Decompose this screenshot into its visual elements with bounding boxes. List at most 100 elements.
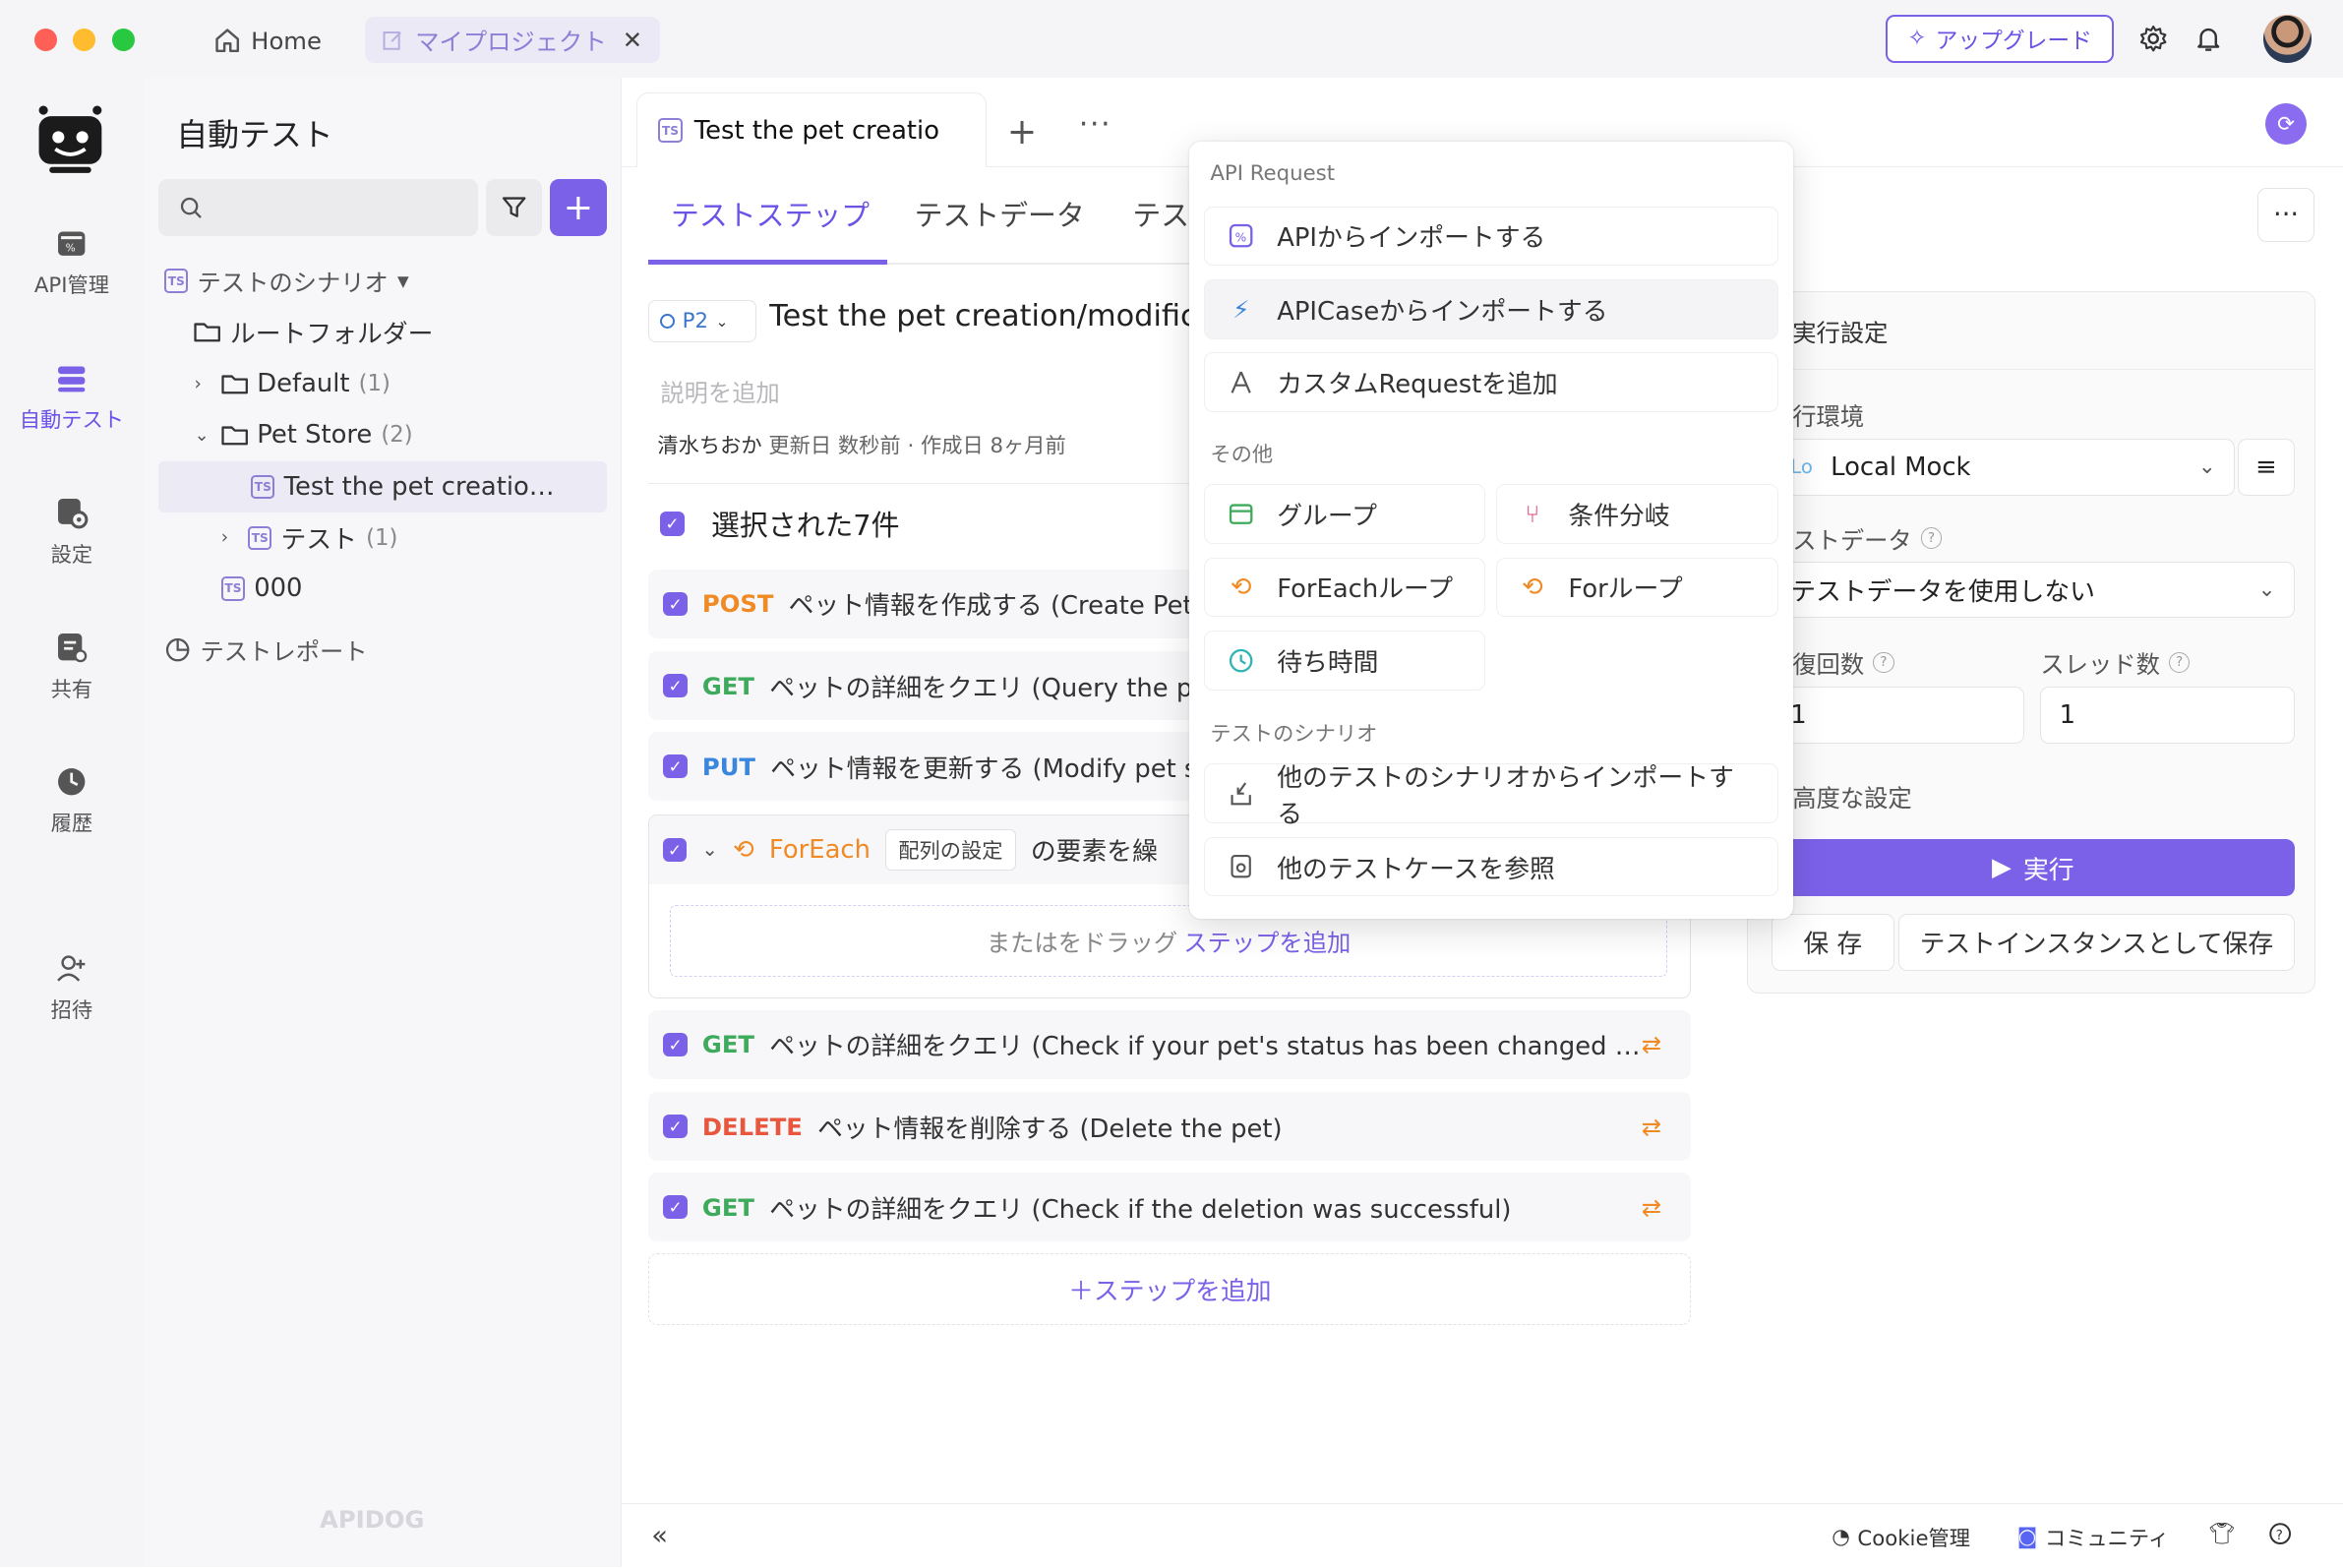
invite-icon: [57, 954, 86, 982]
test-data-select[interactable]: テストデータを使用しない ⌄: [1771, 561, 2295, 619]
menu-item-for-loop[interactable]: ⟲ Forループ: [1495, 557, 1778, 618]
minimize-window-button[interactable]: [73, 28, 96, 51]
nav-item-autotest[interactable]: 自動テスト: [0, 362, 144, 435]
advanced-settings-toggle[interactable]: 高度な設定: [1792, 779, 1911, 814]
sync-icon[interactable]: ⟳: [2264, 102, 2308, 146]
linked-case-icon[interactable]: ⇄: [1642, 1030, 1661, 1058]
array-settings-button[interactable]: 配列の設定: [885, 828, 1016, 871]
add-step-button[interactable]: ＋ステップを追加: [648, 1253, 1692, 1326]
step-row[interactable]: ✓ GET ペットの詳細をクエリ (Check if your pet's st…: [648, 1009, 1692, 1079]
chevron-down-icon[interactable]: ⌄: [701, 838, 718, 861]
checkbox[interactable]: ✓: [663, 1195, 688, 1220]
linked-case-icon[interactable]: ⇄: [1642, 1193, 1661, 1222]
close-tab-icon[interactable]: ✕: [623, 26, 642, 54]
tree-selected-case[interactable]: TS Test the pet creatio…: [158, 461, 607, 513]
help-icon[interactable]: ?: [2268, 1522, 2292, 1545]
sparkle-icon: ✧: [1907, 26, 1927, 52]
menu-item-custom-request[interactable]: カスタムRequestを追加: [1204, 352, 1778, 413]
menu-item-wait[interactable]: 待ち時間: [1204, 631, 1485, 691]
filter-button[interactable]: [485, 179, 543, 236]
bell-icon[interactable]: [2192, 23, 2224, 55]
shirt-icon[interactable]: 👕︎: [2208, 1522, 2235, 1546]
run-button[interactable]: ▶ 実行: [1771, 839, 2295, 896]
apidog-watermark: APIDOG: [320, 1504, 425, 1534]
checkbox[interactable]: ✓: [660, 512, 685, 536]
tree-scenarios[interactable]: TS テストのシナリオ ▼: [164, 256, 409, 307]
project-tab[interactable]: マイプロジェクト ✕: [364, 16, 661, 63]
tree-test-folder[interactable]: › TS テスト (1): [221, 513, 398, 564]
checkbox[interactable]: ✓: [663, 1032, 688, 1056]
checkbox[interactable]: ✓: [663, 754, 688, 779]
help-icon[interactable]: ?: [1873, 651, 1894, 673]
more-tabs-icon[interactable]: ···: [1079, 107, 1112, 142]
menu-item-import-apicase[interactable]: ⚡ APICaseからインポートする: [1204, 279, 1778, 339]
new-tab-button[interactable]: +: [1007, 110, 1038, 152]
home-tab[interactable]: Home: [212, 21, 322, 59]
collapse-sidebar-icon[interactable]: «: [651, 1521, 668, 1551]
tree-petstore-label: Pet Store: [257, 420, 373, 450]
step-row[interactable]: ✓ DELETE ペット情報を削除する (Delete the pet) ⇄: [648, 1092, 1692, 1162]
nav-item-history[interactable]: 履歴: [0, 765, 144, 838]
help-icon[interactable]: ?: [1920, 527, 1943, 549]
run-settings-panel: ⌄ 実行設定 行環境 Lo Local Mock ⌄ ≡ ストデータ ? テスト…: [1746, 291, 2316, 995]
checkbox[interactable]: ✓: [663, 674, 688, 698]
nav-item-settings[interactable]: 設定: [0, 496, 144, 569]
upgrade-button[interactable]: ✧ アップグレード: [1885, 15, 2115, 63]
community-button[interactable]: ◙ コミュニティ: [2017, 1522, 2169, 1552]
env-manage-button[interactable]: ≡: [2237, 439, 2295, 496]
checkbox[interactable]: ✓: [662, 837, 688, 862]
nav-label-settings: 設定: [50, 542, 93, 568]
env-select[interactable]: Lo Local Mock ⌄: [1771, 439, 2235, 496]
save-instance-button[interactable]: テストインスタンスとして保存: [1898, 914, 2295, 971]
loop-icon: ⟲: [733, 834, 754, 865]
meta-created: · 作成日 8ヶ月前: [907, 433, 1066, 458]
tab-test-steps[interactable]: テストステップ: [671, 194, 870, 234]
add-step-link[interactable]: ステップを追加: [1183, 924, 1351, 958]
cookie-manager-button[interactable]: ◔ Cookie管理: [1832, 1522, 1970, 1552]
menu-item-import-api[interactable]: % APIからインポートする: [1204, 206, 1778, 267]
run-settings-header[interactable]: ⌄ 実行設定: [1747, 292, 2314, 371]
tree-reports[interactable]: テストレポート: [164, 625, 368, 676]
search-input[interactable]: [158, 179, 479, 236]
help-icon[interactable]: ?: [2169, 651, 2191, 673]
checkbox[interactable]: ✓: [663, 1115, 688, 1139]
tree-case-000[interactable]: TS 000: [220, 564, 302, 615]
nav-item-share[interactable]: 共有: [0, 631, 144, 703]
doc-tab[interactable]: TS Test the pet creatio: [636, 92, 987, 168]
tree-default-folder[interactable]: › Default (1): [194, 359, 390, 410]
add-button[interactable]: +: [549, 179, 607, 236]
checkbox[interactable]: ✓: [663, 591, 688, 616]
avatar[interactable]: [2263, 15, 2312, 63]
priority-select[interactable]: P2 ⌄: [648, 300, 756, 342]
loops-input[interactable]: 1: [1771, 687, 2024, 744]
menu-item-ref-case[interactable]: 他のテストケースを参照: [1204, 836, 1778, 897]
tree-root-folder[interactable]: ルートフォルダー: [194, 306, 433, 357]
ts-icon: TS: [658, 118, 683, 143]
menu-item-label: カスタムRequestを追加: [1277, 370, 1558, 400]
select-all-row[interactable]: ✓ 選択された7件: [660, 504, 900, 544]
menu-item-foreach-loop[interactable]: ⟲ ForEachループ: [1204, 557, 1485, 618]
menu-item-condition[interactable]: ⑂ 条件分岐: [1495, 484, 1778, 544]
case-title[interactable]: Test the pet creation/modifica: [769, 299, 1195, 333]
gear-icon[interactable]: [2136, 23, 2169, 55]
nav-item-api[interactable]: % API管理: [0, 227, 144, 300]
tab-test-data[interactable]: テストデータ: [915, 194, 1085, 234]
nav-label-autotest: 自動テスト: [19, 408, 125, 434]
caret-down-icon: ▼: [396, 271, 409, 290]
description-input[interactable]: 説明を追加: [660, 374, 779, 408]
threads-input[interactable]: 1: [2040, 687, 2295, 744]
maximize-window-button[interactable]: [111, 28, 135, 51]
nav-item-invite[interactable]: 招待: [0, 952, 144, 1025]
more-options-button[interactable]: ···: [2257, 188, 2314, 243]
menu-item-import-scenario[interactable]: 他のテストのシナリオからインポートする: [1204, 763, 1778, 829]
upgrade-label: アップグレード: [1935, 28, 2092, 54]
tab-other[interactable]: テス: [1132, 194, 1189, 234]
menu-item-group[interactable]: グループ: [1204, 484, 1485, 544]
tree-petstore-folder[interactable]: ⌄ Pet Store (2): [194, 409, 412, 460]
step-row[interactable]: ✓ GET ペットの詳細をクエリ (Check if the deletion …: [648, 1173, 1692, 1242]
save-button[interactable]: 保 存: [1771, 914, 1894, 971]
close-window-button[interactable]: [33, 28, 57, 51]
linked-case-icon[interactable]: ⇄: [1642, 1113, 1661, 1141]
method-badge: GET: [701, 1030, 755, 1059]
chevron-down-icon: ⌄: [2197, 454, 2216, 480]
